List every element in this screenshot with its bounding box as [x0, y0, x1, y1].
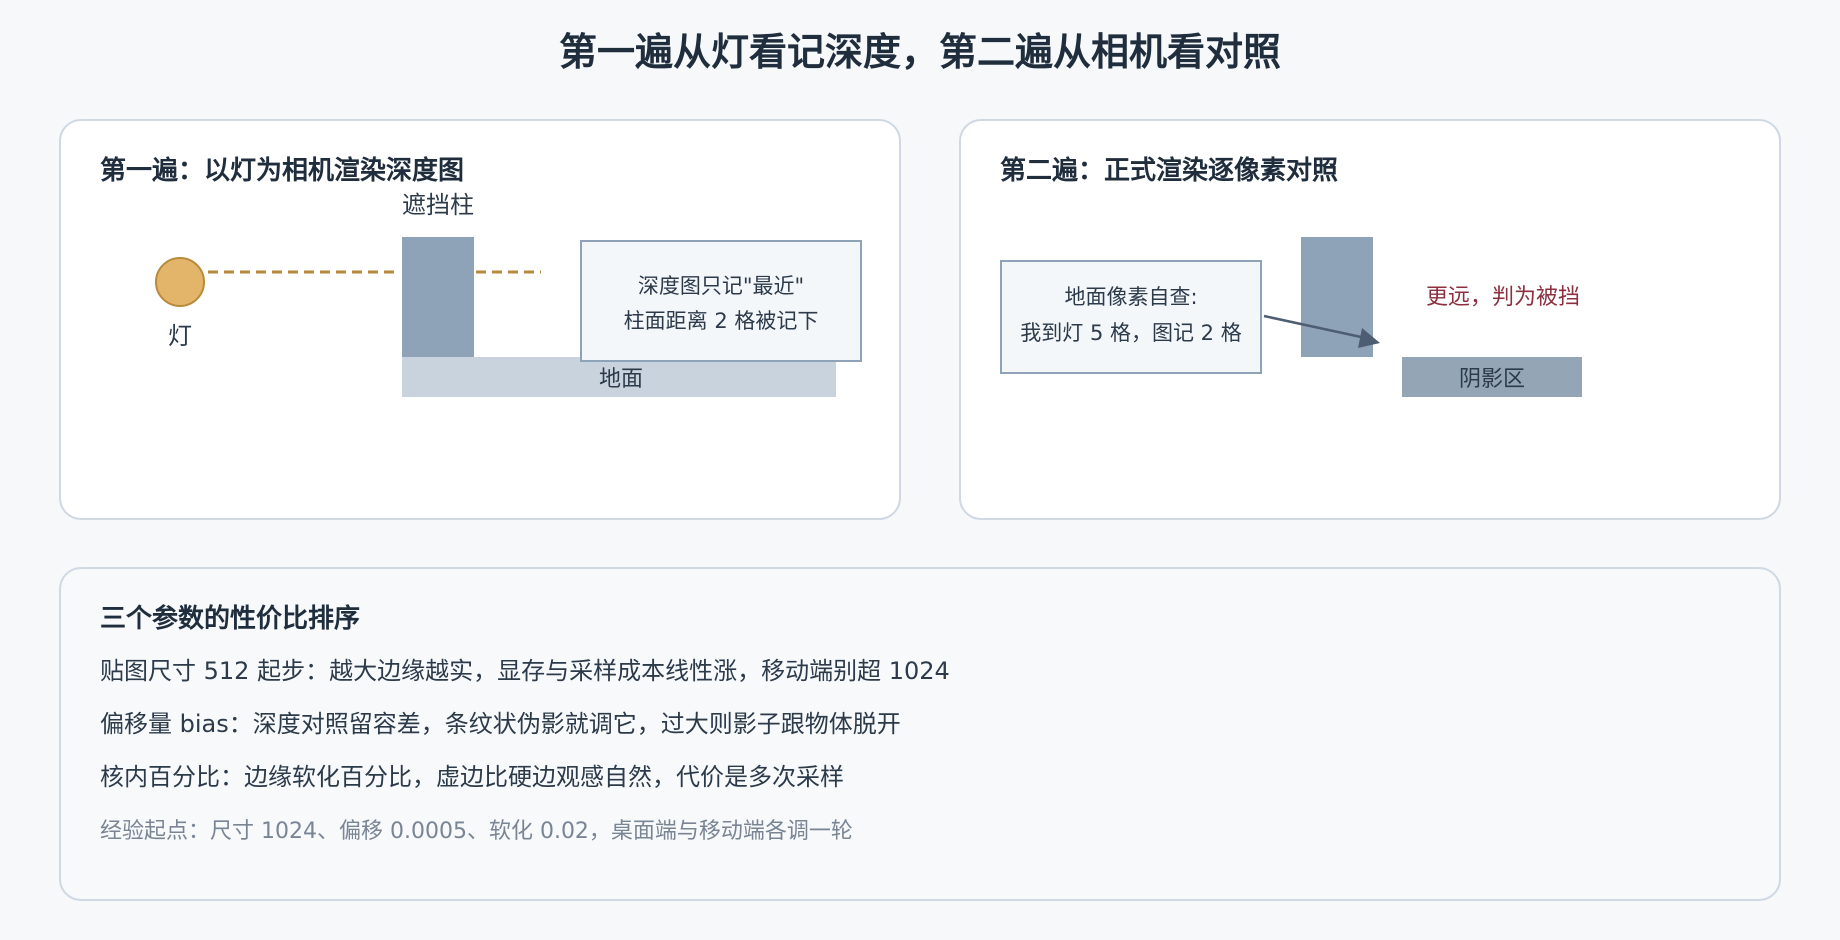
ground-label: 地面 [599, 367, 643, 392]
pixel-check-line2: 我到灯 5 格，图记 2 格 [1020, 321, 1241, 345]
params-panel: 三个参数的性价比排序 贴图尺寸 512 起步：越大边缘越实，显存与采样成本线性涨… [59, 567, 1781, 901]
light-icon [155, 257, 205, 307]
shadow-label: 阴影区 [1459, 367, 1525, 392]
depth-note-box [580, 240, 862, 362]
param-item-pcf: 核内百分比：边缘软化百分比，虚边比硬边观感自然，代价是多次采样 [100, 763, 844, 791]
pass2-diagram: 阴影区 更远，判为被挡 地面像素自查: 我到灯 5 格，图记 2 格 [1000, 237, 1582, 397]
param-tip: 经验起点：尺寸 1024、偏移 0.0005、软化 0.02，桌面端与移动端各调… [100, 819, 853, 844]
verdict-label: 更远，判为被挡 [1426, 285, 1580, 310]
depth-note-line2: 柱面距离 2 格被记下 [624, 309, 819, 333]
pass1-panel: 第一遍：以灯为相机渲染深度图 地面 遮挡柱 灯 深度图只记"最近" 柱面距离 2… [59, 119, 901, 520]
depth-note-line1: 深度图只记"最近" [638, 274, 804, 298]
occluder-pillar [402, 237, 474, 357]
param-item-bias: 偏移量 bias：深度对照留容差，条纹状伪影就调它，过大则影子跟物体脱开 [100, 710, 901, 738]
pass2-panel: 第二遍：正式渲染逐像素对照 阴影区 更远，判为被挡 地面像素自查: 我到灯 5 … [959, 119, 1781, 520]
params-heading: 三个参数的性价比排序 [100, 604, 361, 634]
pillar-label: 遮挡柱 [402, 191, 474, 219]
param-item-texture-size: 贴图尺寸 512 起步：越大边缘越实，显存与采样成本线性涨，移动端别超 1024 [100, 657, 950, 685]
light-label: 灯 [168, 322, 192, 350]
pass1-diagram: 地面 遮挡柱 灯 深度图只记"最近" 柱面距离 2 格被记下 [155, 191, 862, 397]
pixel-check-box [1000, 260, 1262, 374]
pixel-check-line1: 地面像素自查: [1064, 285, 1197, 309]
page-title: 第一遍从灯看记深度，第二遍从相机看对照 [558, 30, 1281, 74]
